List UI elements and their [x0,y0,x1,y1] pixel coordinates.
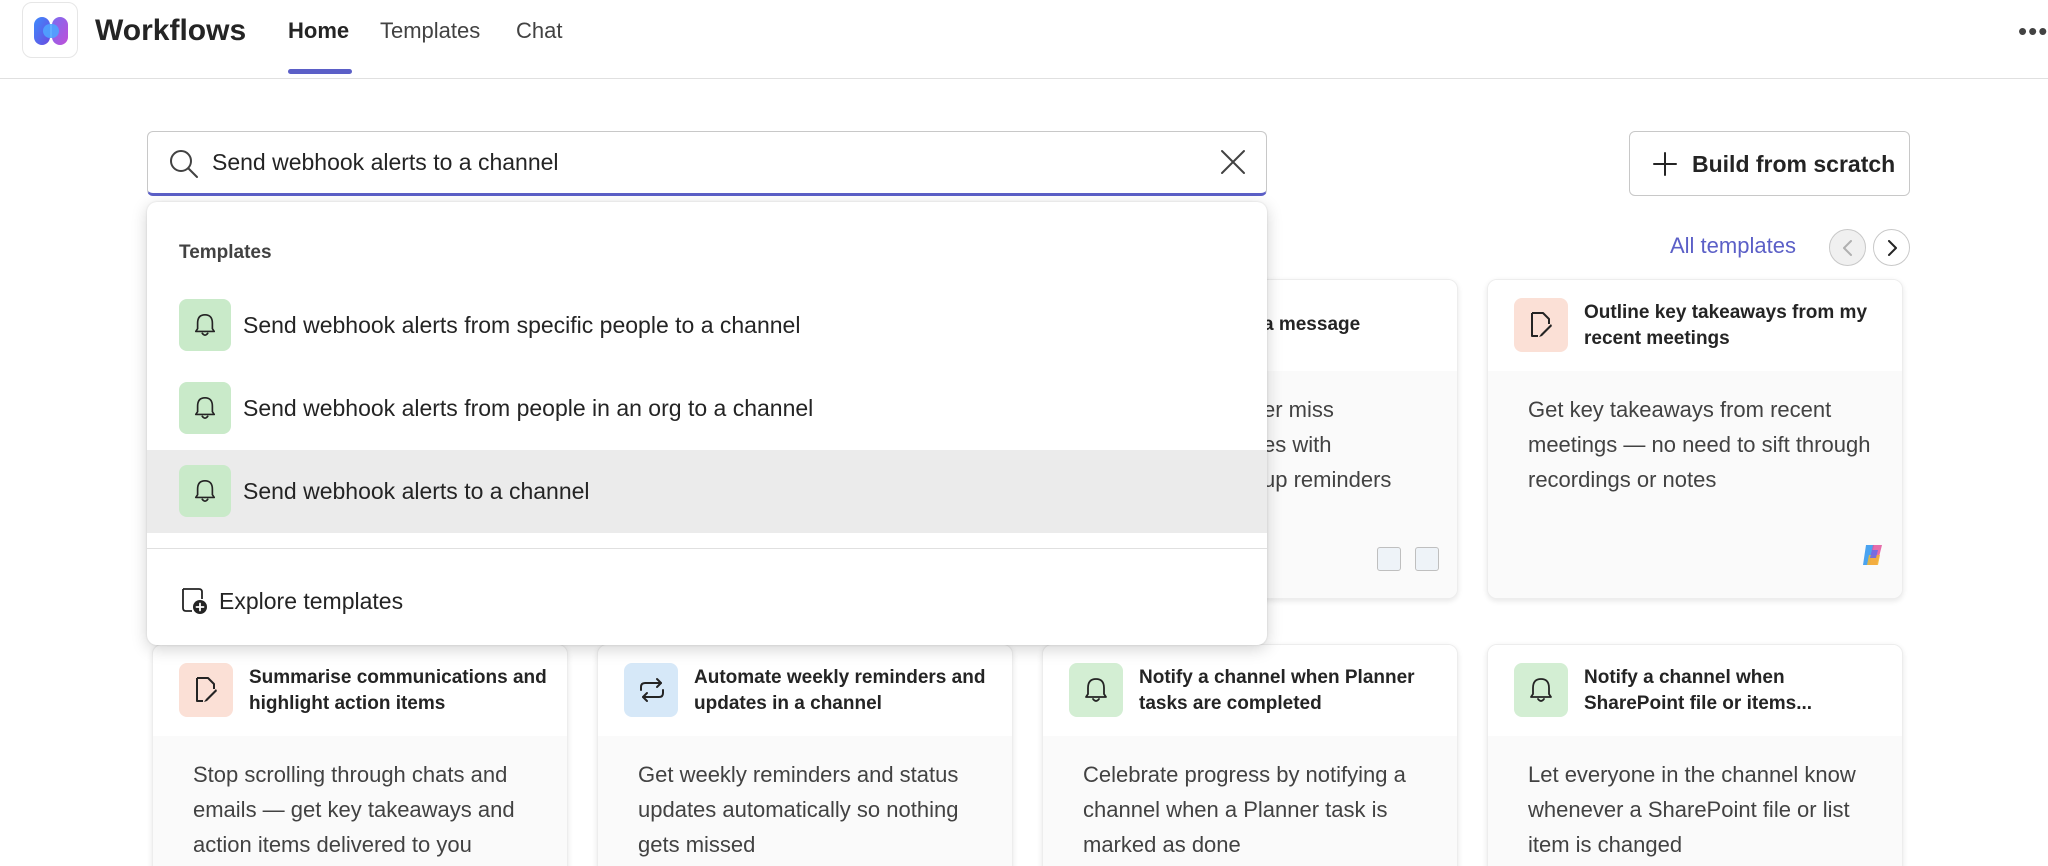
tab-home[interactable]: Home [288,18,349,44]
card-title: Notify a channel when Planner tasks are … [1139,667,1415,714]
app-icon-image [1415,547,1439,571]
card-description: Get key takeaways from recent meetings —… [1528,397,1871,492]
search-box[interactable] [147,131,1267,196]
close-icon[interactable] [1220,149,1246,175]
card-description: er miss es with up reminders [1263,397,1392,492]
chevron-left-icon [1843,240,1852,256]
copilot-icon [1863,545,1882,565]
bell-icon [1085,678,1107,702]
suggestion-icon-tile [179,299,231,351]
bell-icon [194,397,216,419]
app-title: Workflows [95,14,247,47]
app-header: Workflows Home Templates Chat ••• [0,0,2048,79]
card-icon-tile [179,663,233,717]
edit-note-icon [196,677,217,702]
more-options-button[interactable]: ••• [2018,16,2048,46]
dropdown-divider [147,548,1267,549]
search-icon [170,150,198,178]
card-description: Celebrate progress by notifying a channe… [1083,762,1406,857]
template-card[interactable]: Summarise communications and highlight a… [152,644,568,866]
edit-note-icon [1531,312,1552,337]
card-title: Summarise communications and highlight a… [249,667,547,714]
chevron-right-icon [1888,240,1897,256]
dropdown-heading: Templates [179,242,272,263]
template-card[interactable]: Notify a channel when SharePoint file or… [1487,644,1903,866]
card-title: Automate weekly reminders and updates in… [694,667,986,714]
card-icon-tile [1069,663,1123,717]
suggestion-icon-tile [179,465,231,517]
card-description: Get weekly reminders and status updates … [638,762,959,857]
bell-icon [194,480,216,502]
build-from-scratch-button[interactable]: Build from scratch [1629,131,1910,196]
card-title: a message [1263,314,1361,335]
card-icon-tile [1514,298,1568,352]
template-card[interactable]: Automate weekly reminders and updates in… [597,644,1013,866]
carousel-prev-button[interactable] [1829,229,1866,266]
carousel-next-button[interactable] [1873,229,1910,266]
suggestion-label: Send webhook alerts from specific people… [243,312,801,338]
template-card[interactable]: Outline key takeaways from my recent mee… [1487,279,1903,599]
repeat-icon [640,678,664,702]
explore-templates-link[interactable]: Explore templates [179,582,439,618]
card-description: Stop scrolling through chats and emails … [193,762,515,857]
tab-chat[interactable]: Chat [516,18,562,44]
card-title: Notify a channel when SharePoint file or… [1584,667,1813,714]
app-icon-image [1377,547,1401,571]
plus-icon [1653,152,1677,176]
search-suggestions-dropdown: Templates Send webhook alerts from speci… [147,202,1267,645]
explore-templates-label: Explore templates [219,588,404,614]
workflows-logo-icon [22,2,78,58]
bell-icon [1530,678,1552,702]
card-description: Let everyone in the channel know wheneve… [1528,762,1856,857]
search-input[interactable] [212,142,1172,182]
suggestion-icon-tile [179,382,231,434]
build-button-label: Build from scratch [1692,151,1896,177]
suggestion-item[interactable]: Send webhook alerts from people in an or… [147,367,1267,450]
suggestion-item-selected[interactable]: Send webhook alerts to a channel [147,450,1267,533]
card-title: Outline key takeaways from my recent mee… [1584,302,1868,349]
suggestion-item[interactable]: Send webhook alerts from specific people… [147,284,1267,367]
suggestion-label: Send webhook alerts from people in an or… [243,395,814,421]
card-icon-tile [1514,663,1568,717]
suggestion-label: Send webhook alerts to a channel [243,478,590,504]
tab-templates[interactable]: Templates [380,18,480,44]
bell-icon [194,314,216,336]
active-tab-indicator [288,69,352,74]
card-icon-tile [624,663,678,717]
template-card[interactable]: Notify a channel when Planner tasks are … [1042,644,1458,866]
all-templates-link[interactable]: All templates [1670,233,1796,259]
template-add-icon [182,588,207,614]
